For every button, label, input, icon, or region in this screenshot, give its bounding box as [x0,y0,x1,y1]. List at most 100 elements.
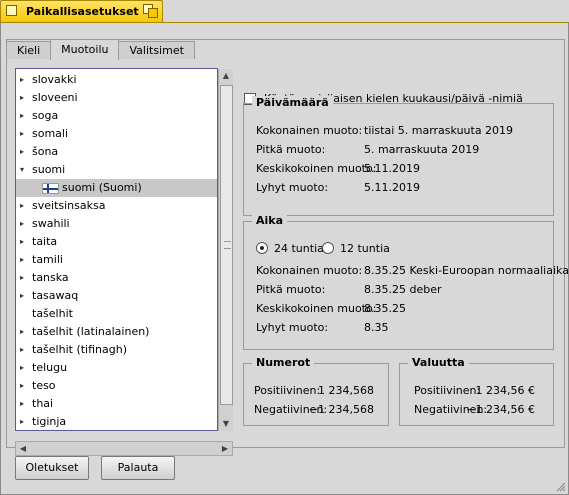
time-group-title: Aika [252,214,288,227]
disclosure-collapsed-icon[interactable]: ▸ [20,341,28,359]
language-list-item-label: tašelhit [32,307,73,320]
time-short-value: 8.35 [364,321,389,334]
resize-grip-icon[interactable] [556,482,566,492]
currency-positive-value: 1 234,56 € [475,384,535,397]
language-list-item[interactable]: ▸ somali [16,125,217,143]
language-list-item[interactable]: ▸ slovakki [16,71,217,89]
language-list-item[interactable]: ▸ sloveeni [16,89,217,107]
tab-options[interactable]: Valitsimet [118,41,195,59]
disclosure-collapsed-icon[interactable]: ▸ [20,197,28,215]
disclosure-collapsed-icon[interactable]: ▸ [20,269,28,287]
scroll-thumb[interactable] [220,85,233,405]
language-list-vertical-scrollbar[interactable]: ▲ ▼ [218,69,233,431]
date-medium-value: 5.11.2019 [364,162,420,175]
language-list-item[interactable]: suomi (Suomi) [16,179,217,197]
language-list-item-label: somali [32,127,69,140]
language-list-item-label: thai [32,397,54,410]
language-list-item[interactable]: ▸ šona [16,143,217,161]
currency-negative-value: −1 234,56 € [466,403,535,416]
radio-24h-button[interactable] [256,242,268,254]
numbers-negative-value: −1 234,568 [308,403,374,416]
preferences-window: Kieli Muotoilu Valitsimet ▸ slovakki ▸ slov… [0,22,569,495]
disclosure-collapsed-icon[interactable]: ▸ [20,251,28,269]
disclosure-collapsed-icon[interactable]: ▸ [20,377,28,395]
disclosure-collapsed-icon[interactable]: ▸ [20,359,28,377]
tab-language[interactable]: Kieli [6,41,52,59]
numbers-positive-value: 1 234,568 [318,384,374,397]
date-long-label: Pitkä muoto: [256,143,326,156]
disclosure-expanded-icon[interactable]: ▾ [20,161,28,179]
time-medium-value: 8.35.25 [364,302,406,315]
language-list-item-label: telugu [32,361,68,374]
disclosure-collapsed-icon[interactable]: ▸ [20,323,28,341]
language-list-item-label: tanska [32,271,69,284]
date-long-value: 5. marraskuuta 2019 [364,143,480,156]
radio-24h[interactable]: 24 tuntia [256,242,324,255]
scroll-down-arrow-icon[interactable]: ▼ [219,417,233,431]
radio-12h-button[interactable] [322,242,334,254]
language-list-item[interactable]: ▸ telugu [16,359,217,377]
language-list-item[interactable]: ▸ swahili [16,215,217,233]
language-list-item[interactable]: ▸ tašelhit (tifinagh) [16,341,217,359]
numbers-group-title: Numerot [252,356,315,369]
time-long-value: 8.35.25 deber [364,283,442,296]
language-list-item-label: slovakki [32,73,77,86]
language-list-item[interactable]: ▸ tasawaq [16,287,217,305]
language-list-item[interactable]: ▸ thai [16,395,217,413]
disclosure-collapsed-icon[interactable]: ▸ [20,233,28,251]
language-list-item-label: suomi [32,163,66,176]
language-list-item[interactable]: ▸ soga [16,107,217,125]
revert-button[interactable]: Palauta [101,456,175,480]
language-list-item-label: šona [32,145,59,158]
radio-12h[interactable]: 12 tuntia [322,242,390,255]
tab-formatting[interactable]: Muotoilu [50,39,120,60]
disclosure-collapsed-icon[interactable]: ▸ [20,215,28,233]
currency-group: Valuutta Positiivinen: 1 234,56 € Negati… [399,356,554,426]
numbers-positive-label: Positiivinen: [254,384,321,397]
language-list-item-label: tiginja [32,415,67,428]
language-list-item[interactable]: ▸ teso [16,377,217,395]
language-list-item[interactable]: ▸ tamili [16,251,217,269]
date-group-title: Päivämäärä [252,96,333,109]
language-list-item-label: sloveeni [32,91,78,104]
disclosure-collapsed-icon[interactable]: ▸ [20,143,28,161]
radio-24h-label: 24 tuntia [274,242,324,255]
time-long-label: Pitkä muoto: [256,283,326,296]
date-short-label: Lyhyt muoto: [256,181,329,194]
disclosure-collapsed-icon[interactable]: ▸ [20,89,28,107]
zoom-box-icon[interactable] [143,4,158,18]
numbers-group: Numerot Positiivinen: 1 234,568 Negatiiv… [243,356,389,426]
date-medium-label: Keskikokoinen muoto: [256,162,377,175]
defaults-button[interactable]: Oletukset [15,456,89,480]
language-list[interactable]: ▸ slovakki ▸ sloveeni ▸ soga ▸ somali ▸ šona ▾ suom… [15,68,218,431]
language-list-item[interactable]: ▸ tašelhit (latinalainen) [16,323,217,341]
disclosure-collapsed-icon[interactable]: ▸ [20,395,28,413]
language-list-item[interactable]: ▾ suomi [16,161,217,179]
close-box-icon[interactable] [6,5,17,16]
disclosure-collapsed-icon[interactable]: ▸ [20,287,28,305]
language-list-horizontal-scrollbar[interactable]: ◀ ▶ [15,441,233,456]
language-list-item[interactable]: ▸ taita [16,233,217,251]
language-list-item-label: suomi (Suomi) [62,181,142,194]
language-list-item-label: tašelhit (tifinagh) [32,343,127,356]
time-group: Aika 24 tuntia 12 tuntia Kokonainen muot… [243,214,569,350]
language-list-item[interactable]: ▸ tiginja [16,413,217,430]
date-group: Päivämäärä Kokonainen muoto: tiistai 5. … [243,96,554,216]
scroll-left-arrow-icon[interactable]: ◀ [16,442,30,455]
time-full-value: 8.35.25 Keski-Euroopan normaaliaika [364,264,569,277]
language-list-item-label: tamili [32,253,63,266]
time-full-label: Kokonainen muoto: [256,264,363,277]
language-list-item[interactable]: ▸ sveitsinsaksa [16,197,217,215]
disclosure-collapsed-icon[interactable]: ▸ [20,71,28,89]
language-list-item-label: taita [32,235,58,248]
disclosure-collapsed-icon[interactable]: ▸ [20,413,28,430]
language-list-item-label: sveitsinsaksa [32,199,106,212]
language-list-item[interactable]: ▸ tanska [16,269,217,287]
language-list-item[interactable]: tašelhit [16,305,217,323]
scroll-right-arrow-icon[interactable]: ▶ [218,442,232,455]
scroll-up-arrow-icon[interactable]: ▲ [219,69,233,83]
language-list-item-label: tasawaq [32,289,79,302]
window-title-tab[interactable]: Paikallisasetukset [0,0,163,22]
disclosure-collapsed-icon[interactable]: ▸ [20,107,28,125]
disclosure-collapsed-icon[interactable]: ▸ [20,125,28,143]
